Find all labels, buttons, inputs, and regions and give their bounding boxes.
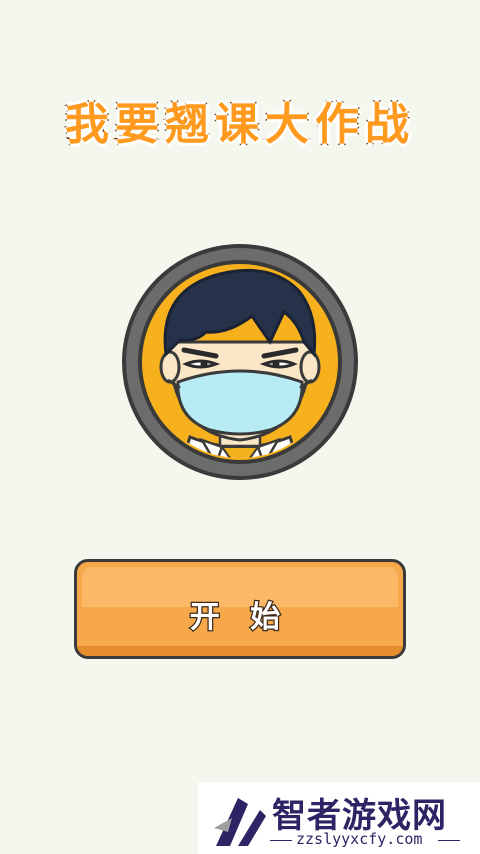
game-title: 我要翘课大作战 <box>64 98 415 152</box>
start-button[interactable]: 开 始 <box>74 559 406 659</box>
zhizhe-logo-icon <box>214 798 266 846</box>
start-button-label: 开 始 <box>189 599 291 637</box>
watermark-divider-right <box>438 840 460 841</box>
watermark: 智者游戏网 zzslyyxcfy.com <box>198 782 480 854</box>
watermark-divider-left <box>270 840 292 841</box>
watermark-url: zzslyyxcfy.com <box>296 830 423 848</box>
masked-student-avatar <box>120 242 360 482</box>
button-shadow <box>77 646 403 656</box>
